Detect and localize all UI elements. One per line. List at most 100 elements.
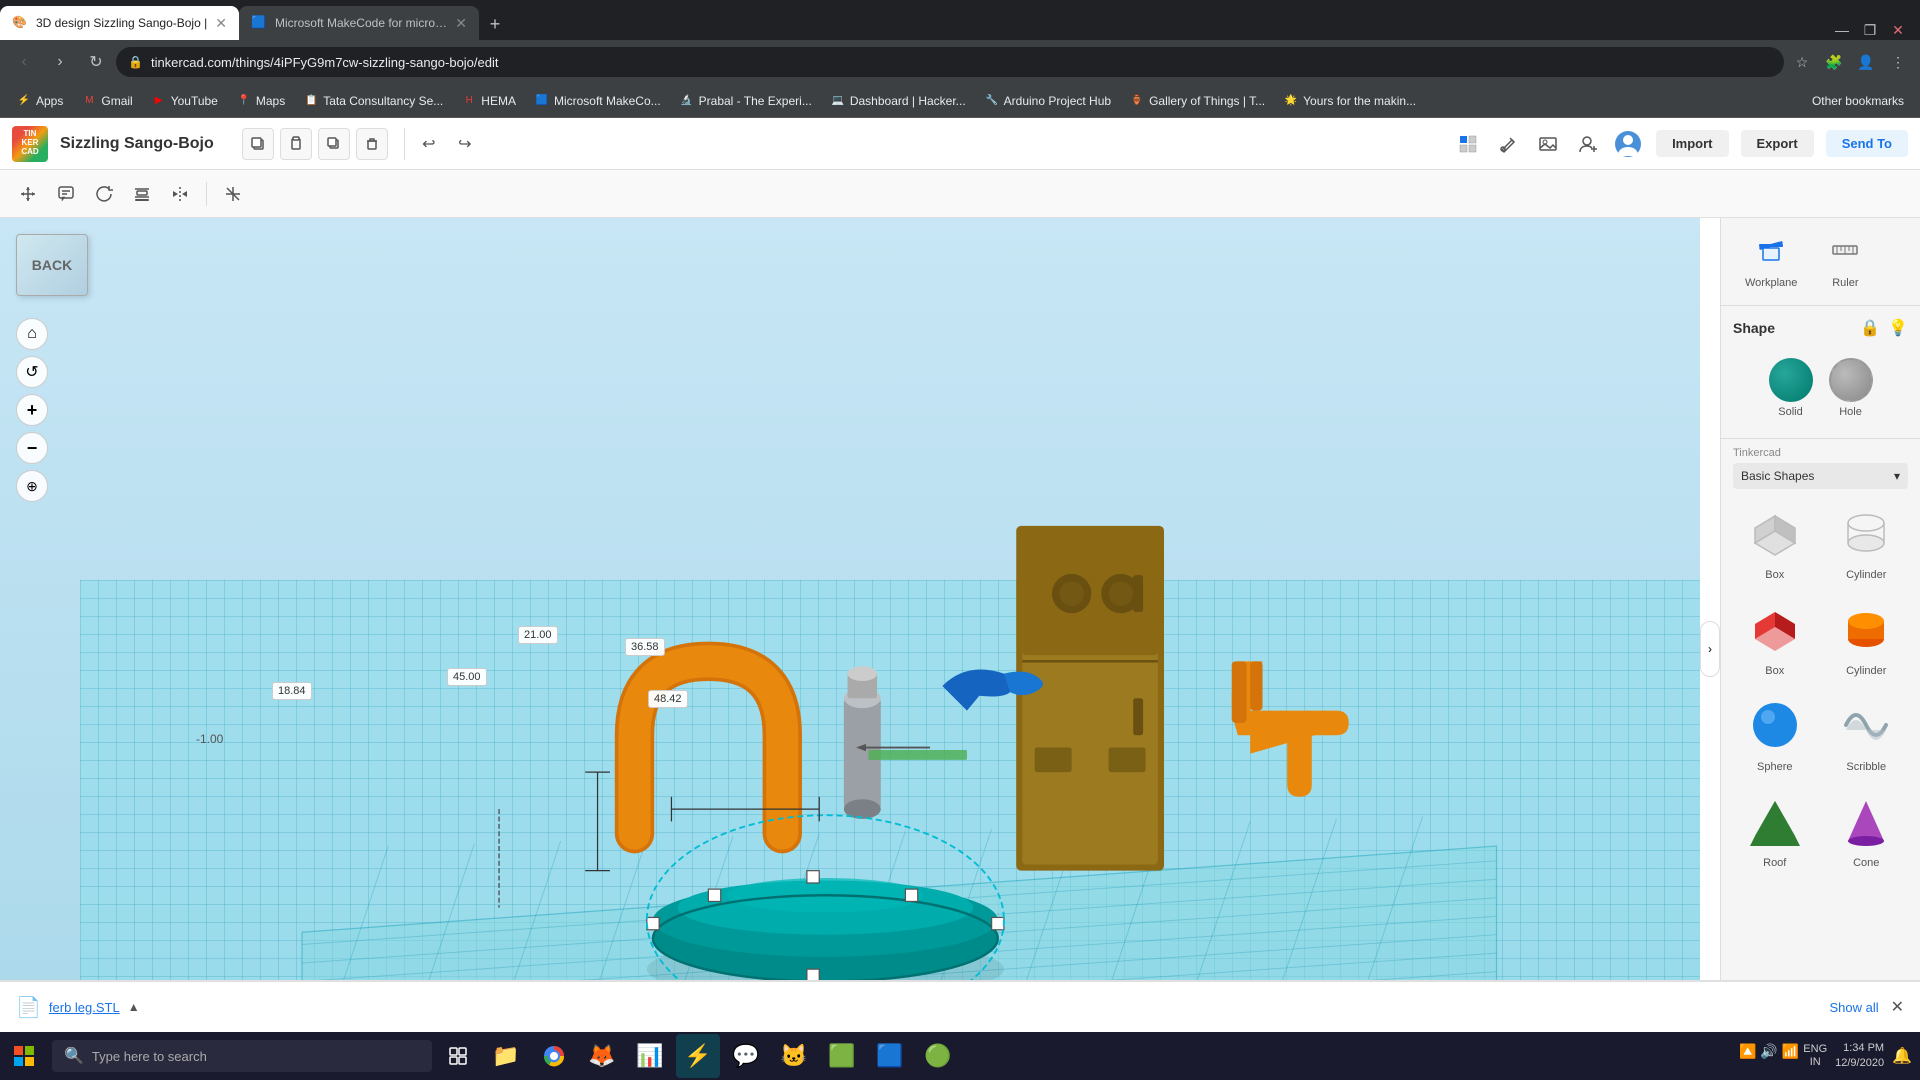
start-button[interactable] — [0, 1032, 48, 1080]
shape-scribble[interactable]: Scribble — [1825, 689, 1909, 777]
tab-1[interactable]: 🎨 3D design Sizzling Sango-Bojo | ✕ — [0, 6, 239, 40]
forward-button[interactable]: › — [44, 46, 76, 78]
download-close-button[interactable]: ✕ — [1891, 997, 1904, 1017]
show-all-button[interactable]: Show all — [1829, 1000, 1878, 1015]
bookmark-yours[interactable]: 🌟 Yours for the makin... — [1275, 91, 1424, 111]
home-view-button[interactable]: ⌂ — [16, 318, 48, 350]
maximize-button[interactable]: ❐ — [1860, 20, 1880, 40]
download-filename[interactable]: ferb leg.STL — [49, 1000, 120, 1015]
light-icon[interactable]: 💡 — [1888, 318, 1908, 338]
bookmark-prabal[interactable]: 🔬 Prabal - The Experi... — [671, 91, 820, 111]
bookmark-youtube[interactable]: ▶ YouTube — [143, 91, 226, 111]
tools-icon[interactable] — [1492, 128, 1524, 160]
hole-circle[interactable] — [1829, 358, 1873, 402]
export-button[interactable]: Export — [1741, 130, 1814, 157]
shape-sphere[interactable]: Sphere — [1733, 689, 1817, 777]
add-user-icon[interactable] — [1572, 128, 1604, 160]
bookmark-apps[interactable]: ⚡ Apps — [8, 91, 71, 111]
refresh-button[interactable]: ↻ — [80, 46, 112, 78]
bookmark-dashboard[interactable]: 💻 Dashboard | Hacker... — [822, 91, 974, 111]
solid-type[interactable]: Solid — [1769, 358, 1813, 418]
tab-2[interactable]: 🟦 Microsoft MakeCode for micro:b... ✕ — [239, 6, 479, 40]
other-bookmarks[interactable]: Other bookmarks — [1804, 92, 1912, 110]
bookmark-tcs[interactable]: 📋 Tata Consultancy Se... — [295, 91, 451, 111]
tinkercad-logo[interactable]: TIN KER CAD — [12, 126, 48, 162]
gallery-icon[interactable] — [1532, 128, 1564, 160]
taskbar-arduino[interactable]: ⚡ — [676, 1034, 720, 1078]
box-wireframe-label: Box — [1765, 569, 1784, 581]
sendto-button[interactable]: Send To — [1826, 130, 1908, 157]
toolbar-paste[interactable] — [280, 128, 312, 160]
close-button[interactable]: ✕ — [1888, 20, 1908, 40]
tray-arrow-icon[interactable]: 🔼 — [1739, 1043, 1756, 1069]
tab-close-1[interactable]: ✕ — [215, 15, 227, 32]
import-button[interactable]: Import — [1656, 130, 1728, 157]
taskbar-firefox[interactable]: 🦊 — [580, 1034, 624, 1078]
user-avatar[interactable] — [1612, 128, 1644, 160]
zoom-in-button[interactable]: + — [16, 394, 48, 426]
bookmark-maps[interactable]: 📍 Maps — [228, 91, 293, 111]
minimize-button[interactable]: — — [1832, 20, 1852, 40]
workspace-canvas[interactable]: BACK ⌂ ↺ + − ⊕ — [0, 218, 1700, 1080]
system-clock[interactable]: 1:34 PM 12/9/2020 — [1835, 1041, 1884, 1072]
search-box[interactable]: 🔍 Type here to search — [52, 1040, 432, 1072]
tab-close-2[interactable]: ✕ — [455, 15, 467, 32]
bookmark-gmail[interactable]: M Gmail — [73, 91, 140, 111]
view-grid-icon[interactable] — [1452, 128, 1484, 160]
shape-cylinder-wireframe[interactable]: Cylinder — [1825, 497, 1909, 585]
taskbar-app9[interactable]: 🟦 — [868, 1034, 912, 1078]
taskbar-green2[interactable]: 🟢 — [916, 1034, 960, 1078]
address-bar[interactable]: 🔒 tinkercad.com/things/4iPFyG9m7cw-sizzl… — [116, 47, 1784, 77]
bookmark-hema[interactable]: H HEMA — [453, 91, 524, 111]
toolbar-copy[interactable] — [242, 128, 274, 160]
back-button[interactable]: ‹ — [8, 46, 40, 78]
bookmark-gallery[interactable]: 🏺 Gallery of Things | T... — [1121, 91, 1273, 111]
comment-tool[interactable] — [50, 178, 82, 210]
rotate-tool[interactable] — [88, 178, 120, 210]
shape-box-wireframe[interactable]: Box — [1733, 497, 1817, 585]
extensions-icon[interactable]: 🧩 — [1820, 48, 1848, 76]
move-tool[interactable] — [12, 178, 44, 210]
shape-roof[interactable]: Roof — [1733, 785, 1817, 873]
zoom-out-button[interactable]: − — [16, 432, 48, 464]
language-label[interactable]: ENGIN — [1803, 1043, 1827, 1069]
shape-box-solid[interactable]: Box — [1733, 593, 1817, 681]
shape-cone[interactable]: Cone — [1825, 785, 1909, 873]
taskbar-green-app[interactable]: 🟩 — [820, 1034, 864, 1078]
chrome-menu-icon[interactable]: ⋮ — [1884, 48, 1912, 76]
ruler-button[interactable]: Ruler — [1817, 226, 1873, 297]
view-cube[interactable]: BACK — [16, 234, 88, 296]
category-dropdown[interactable]: Basic Shapes ▾ — [1733, 463, 1908, 489]
taskbar-slack[interactable]: 💬 — [724, 1034, 768, 1078]
notification-icon[interactable]: 🔔 — [1892, 1046, 1912, 1066]
lock-icon[interactable]: 🔒 — [1860, 318, 1880, 338]
panel-toggle-chevron[interactable]: › — [1700, 621, 1720, 677]
taskbar-file-explorer[interactable]: 📁 — [484, 1034, 528, 1078]
taskbar-scratch[interactable]: 🐱 — [772, 1034, 816, 1078]
toolbar-duplicate[interactable] — [318, 128, 350, 160]
window-controls: — ❐ ✕ — [1832, 20, 1920, 40]
download-chevron-icon[interactable]: ▲ — [128, 1000, 140, 1014]
fit-view-button[interactable]: ⊕ — [16, 470, 48, 502]
redo-button[interactable]: ↪ — [449, 128, 481, 160]
undo-button[interactable]: ↩ — [413, 128, 445, 160]
align-button[interactable] — [217, 178, 249, 210]
bookmark-makecode[interactable]: 🟦 Microsoft MakeCo... — [526, 91, 669, 111]
shape-cylinder-solid[interactable]: Cylinder — [1825, 593, 1909, 681]
rotate-view-button[interactable]: ↺ — [16, 356, 48, 388]
profile-icon[interactable]: 👤 — [1852, 48, 1880, 76]
bookmark-star-icon[interactable]: ☆ — [1788, 48, 1816, 76]
align-tool[interactable] — [126, 178, 158, 210]
toolbar-delete[interactable] — [356, 128, 388, 160]
hole-type[interactable]: Hole — [1829, 358, 1873, 418]
taskbar-chrome[interactable] — [532, 1034, 576, 1078]
volume-icon[interactable]: 🔊 — [1760, 1043, 1777, 1069]
bookmark-arduino[interactable]: 🔧 Arduino Project Hub — [976, 91, 1119, 111]
network-icon[interactable]: 📶 — [1782, 1043, 1799, 1069]
task-view-button[interactable] — [436, 1034, 480, 1078]
solid-circle[interactable] — [1769, 358, 1813, 402]
workplane-button[interactable]: Workplane — [1733, 226, 1809, 297]
taskbar-powerpoint[interactable]: 📊 — [628, 1034, 672, 1078]
mirror-tool[interactable] — [164, 178, 196, 210]
new-tab-button[interactable]: + — [479, 8, 511, 40]
